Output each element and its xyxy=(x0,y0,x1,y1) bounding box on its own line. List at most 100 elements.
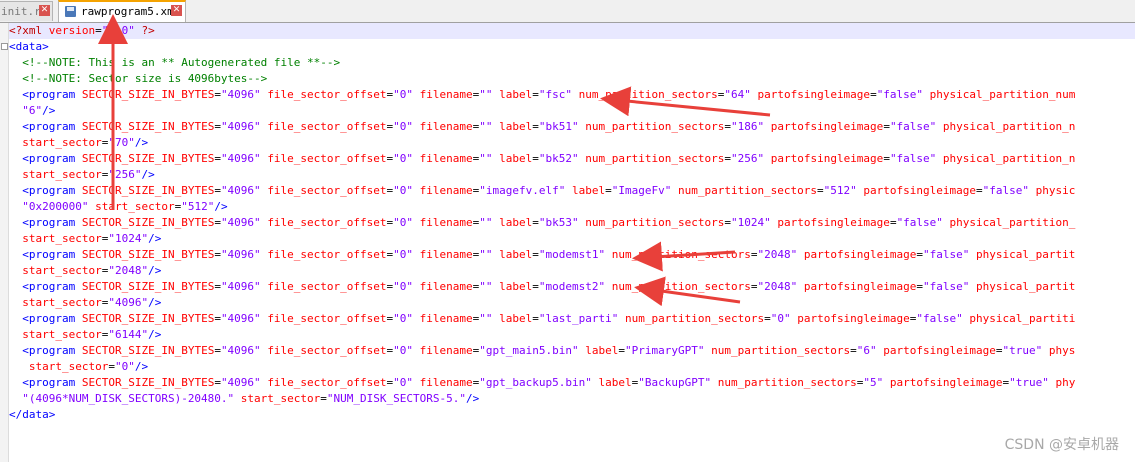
code-token: partofsingleimage xyxy=(777,216,890,229)
code-editor[interactable]: <?xml version="1.0" ?> <data> <!--NOTE: T… xyxy=(9,23,1135,462)
code-token: = xyxy=(883,152,890,165)
code-token: = xyxy=(214,312,221,325)
code-line[interactable]: <program SECTOR_SIZE_IN_BYTES="4096" fil… xyxy=(9,119,1075,135)
code-token: physical_partit xyxy=(976,280,1076,293)
code-token: = xyxy=(214,280,221,293)
code-line[interactable]: <!--NOTE: This is an ** Autogenerated fi… xyxy=(9,55,340,71)
code-token: "4096" xyxy=(220,248,261,261)
code-token: num_partition_sectors xyxy=(611,248,751,261)
code-token: = xyxy=(995,344,1003,357)
code-token: "ImageFv" xyxy=(611,184,672,197)
code-line[interactable]: <program SECTOR_SIZE_IN_BYTES="4096" fil… xyxy=(9,311,1075,327)
code-token: "1024" xyxy=(108,232,149,245)
code-token: SECTOR_SIZE_IN_BYTES xyxy=(81,184,215,197)
code-token: file_sector_offset xyxy=(267,280,387,293)
code-token: filename xyxy=(419,88,473,101)
code-token: SECTOR_SIZE_IN_BYTES xyxy=(81,152,215,165)
code-token: SECTOR_SIZE_IN_BYTES xyxy=(81,120,215,133)
tab-label: rawprogram5.xml xyxy=(81,5,181,18)
code-token: num_partition_sectors xyxy=(585,120,725,133)
code-token: start_sector xyxy=(95,200,175,213)
code-token: "5" xyxy=(863,376,884,389)
code-token: file_sector_offset xyxy=(267,88,387,101)
code-token: /> xyxy=(134,360,149,373)
code-token: num_partition_sectors xyxy=(611,280,751,293)
code-token: "70" xyxy=(108,136,135,149)
code-token: SECTOR_SIZE_IN_BYTES xyxy=(81,88,215,101)
code-line[interactable]: <?xml version="1.0" ?> xyxy=(9,23,1135,39)
code-line[interactable]: <data> xyxy=(9,39,49,55)
code-line[interactable]: <program SECTOR_SIZE_IN_BYTES="4096" fil… xyxy=(9,343,1075,359)
tab-rawprogram5-xml[interactable]: rawprogram5.xml ✕ xyxy=(58,0,186,22)
code-line[interactable]: "0x200000" start_sector="512"/> xyxy=(9,199,227,215)
code-token: = xyxy=(214,216,221,229)
code-token: <!--NOTE: This is an ** Autogenerated fi… xyxy=(22,56,341,69)
code-token: filename xyxy=(419,312,473,325)
code-token: filename xyxy=(419,344,473,357)
code-line[interactable]: start_sector="70"/> xyxy=(9,135,148,151)
code-token: physic xyxy=(1035,184,1076,197)
code-line[interactable]: <program SECTOR_SIZE_IN_BYTES="4096" fil… xyxy=(9,247,1075,263)
code-token: "0" xyxy=(114,360,135,373)
code-line[interactable]: <program SECTOR_SIZE_IN_BYTES="4096" fil… xyxy=(9,183,1075,199)
code-token: /> xyxy=(148,264,162,277)
code-line[interactable]: <!--NOTE: Sector size is 4096bytes--> xyxy=(9,71,267,87)
code-line[interactable]: <program SECTOR_SIZE_IN_BYTES="4096" fil… xyxy=(9,151,1075,167)
code-line[interactable]: </data> xyxy=(9,407,55,423)
code-line[interactable]: <program SECTOR_SIZE_IN_BYTES="4096" fil… xyxy=(9,215,1075,231)
code-token: "0" xyxy=(393,344,414,357)
code-token: "false" xyxy=(896,216,943,229)
code-token: num_partition_sectors xyxy=(717,376,857,389)
code-token: start_sector xyxy=(22,136,102,149)
code-line[interactable]: "(4096*NUM_DISK_SECTORS)-20480." start_s… xyxy=(9,391,479,407)
code-line[interactable]: start_sector="6144"/> xyxy=(9,327,161,343)
code-token: "6144" xyxy=(108,328,149,341)
close-icon[interactable]: ✕ xyxy=(171,5,182,16)
code-token: start_sector xyxy=(22,296,102,309)
code-line[interactable]: <program SECTOR_SIZE_IN_BYTES="4096" fil… xyxy=(9,279,1075,295)
code-token: partofsingleimage xyxy=(757,88,871,101)
code-token: = xyxy=(870,88,877,101)
code-token: "0" xyxy=(393,312,414,325)
code-token: "4096" xyxy=(220,344,261,357)
tab-init-rc[interactable]: init.rc ✕ xyxy=(0,1,53,21)
code-token: "1024" xyxy=(730,216,771,229)
code-token: "512" xyxy=(181,200,215,213)
code-token: filename xyxy=(419,376,473,389)
code-token: label xyxy=(499,216,533,229)
fold-marker-icon[interactable] xyxy=(1,43,8,50)
code-token: "2048" xyxy=(757,280,798,293)
code-line[interactable]: "6"/> xyxy=(9,103,55,119)
code-token: = xyxy=(532,312,539,325)
code-token: "NUM_DISK_SECTORS-5." xyxy=(326,392,466,405)
close-icon[interactable]: ✕ xyxy=(39,5,50,16)
code-token: "2048" xyxy=(757,248,798,261)
code-token: filename xyxy=(419,120,473,133)
code-token: = xyxy=(850,344,857,357)
code-token: /> xyxy=(148,232,162,245)
code-line[interactable]: start_sector="1024"/> xyxy=(9,231,161,247)
code-line[interactable]: start_sector="4096"/> xyxy=(9,295,161,311)
code-token: "4096" xyxy=(220,184,261,197)
code-token: <program xyxy=(22,376,82,389)
code-token: "true" xyxy=(1009,376,1049,389)
code-token: = xyxy=(320,392,327,405)
code-line[interactable]: <program SECTOR_SIZE_IN_BYTES="4096" fil… xyxy=(9,87,1075,103)
code-line[interactable]: start_sector="2048"/> xyxy=(9,263,161,279)
code-line[interactable]: <program SECTOR_SIZE_IN_BYTES="4096" fil… xyxy=(9,375,1075,391)
code-line[interactable]: start_sector="256"/> xyxy=(9,167,154,183)
code-token: start_sector xyxy=(22,232,102,245)
fold-margin[interactable] xyxy=(0,23,9,462)
code-line[interactable]: start_sector="0"/> xyxy=(9,359,148,375)
